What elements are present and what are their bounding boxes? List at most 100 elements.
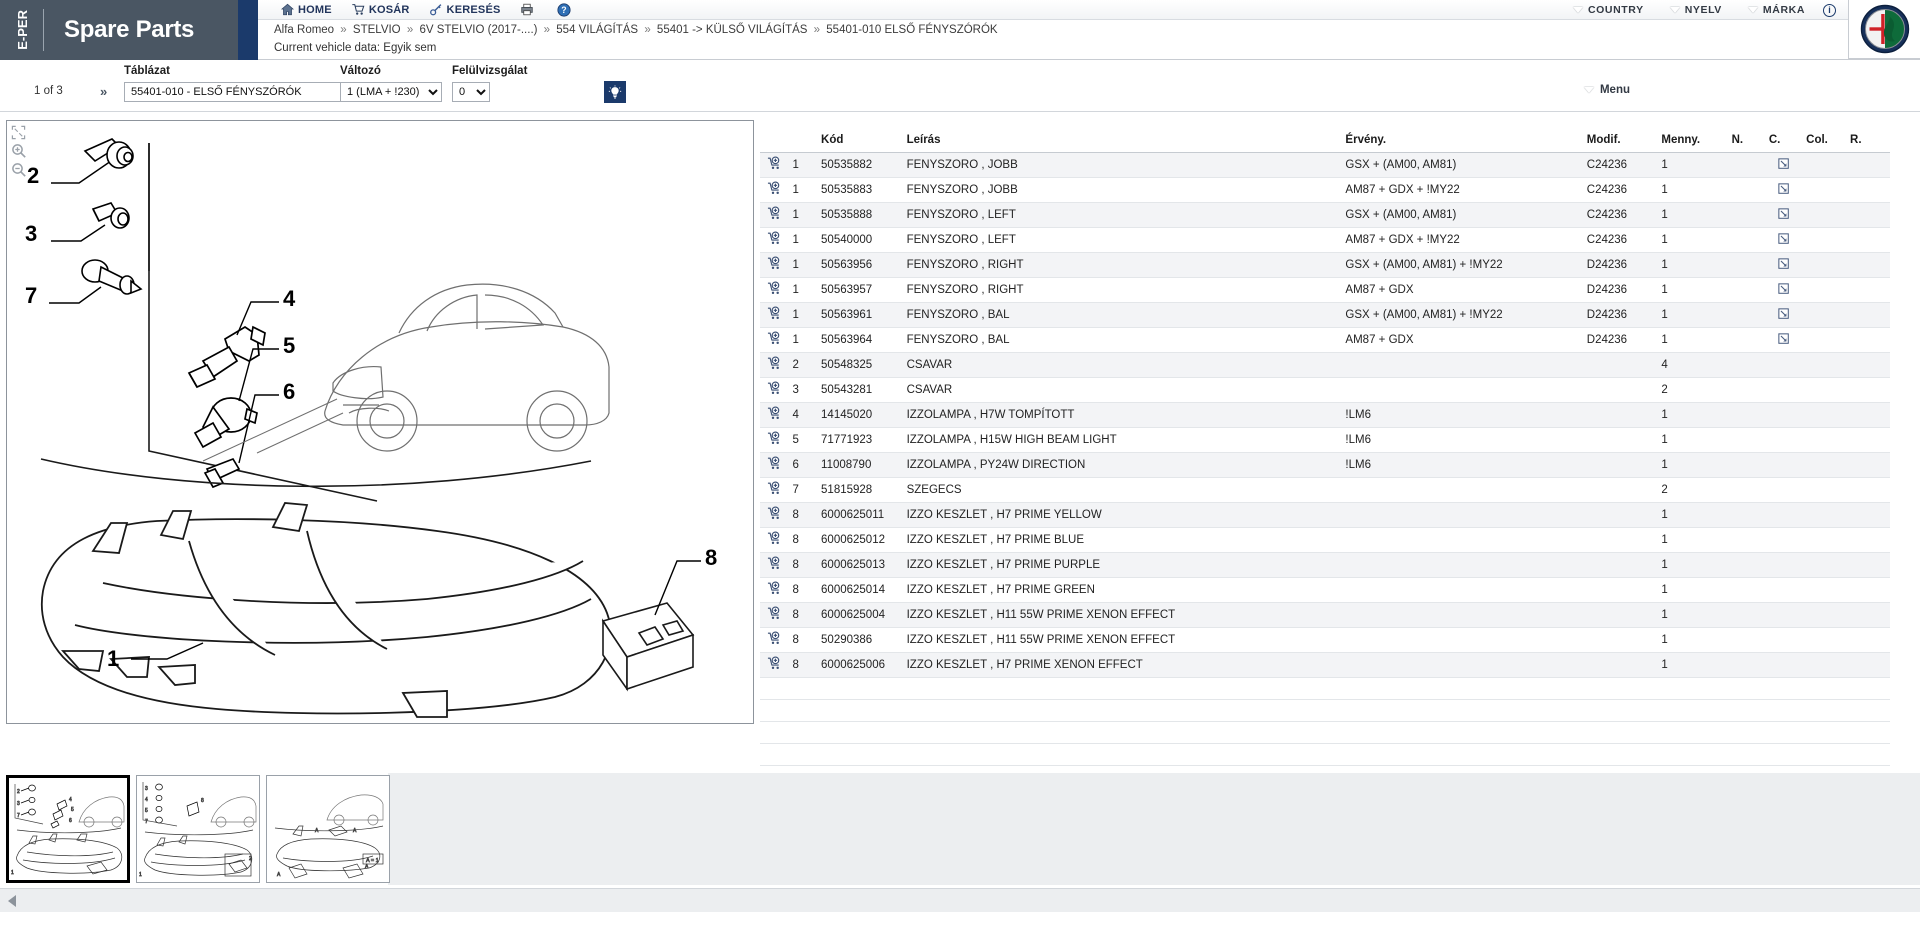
table-row[interactable]: 1 50563964 FENYSZORO , BAL AM87 + GDX D24236… [760,327,1890,353]
table-row[interactable]: 4 14145020 IZZOLAMPA , H7W TOMPÍTOTT !LM6 1 [760,402,1890,428]
add-to-cart-button[interactable] [760,427,789,453]
add-to-cart-button[interactable] [760,577,789,603]
cell-c-icon[interactable] [1764,177,1803,203]
cell-c-icon[interactable] [1764,602,1803,628]
table-row[interactable]: 1 50540000 FENYSZORO , LEFT AM87 + GDX + !M… [760,227,1890,253]
table-row[interactable]: 1 50563957 FENYSZORO , RIGHT AM87 + GDX D242… [760,277,1890,303]
menu-button[interactable]: Menu [1583,84,1630,96]
th-quantity[interactable]: Menny. [1657,130,1728,153]
thumbnail-scroll-bar[interactable] [0,888,1920,912]
cell-code[interactable]: 50535882 [817,152,903,178]
table-row[interactable]: 1 50563961 FENYSZORO , BAL GSX + (AM00, AM8… [760,302,1890,328]
table-row[interactable]: 5 71771923 IZZOLAMPA , H15W HIGH BEAM LIGH… [760,427,1890,453]
cell-code[interactable]: 50563957 [817,277,903,303]
breadcrumb-item-2[interactable]: 6V STELVIO (2017-....) [419,24,537,36]
cell-c-icon[interactable] [1764,427,1803,453]
nav-cart[interactable]: KOSÁR [344,3,417,16]
add-to-cart-button[interactable] [760,252,789,278]
table-row[interactable]: 6 11008790 IZZOLAMPA , PY24W DIRECTION !LM6… [760,452,1890,478]
country-selector[interactable]: COUNTRY [1561,4,1656,16]
table-row[interactable]: 8 6000625013 IZZO KESZLET , H7 PRIME PURPL… [760,552,1890,578]
cell-code[interactable]: 50535883 [817,177,903,203]
add-to-cart-button[interactable] [760,502,789,528]
add-to-cart-button[interactable] [760,177,789,203]
table-row[interactable]: 3 50543281 CSAVAR 2 [760,377,1890,403]
breadcrumb-item-3[interactable]: 554 VILÁGÍTÁS [556,24,638,36]
cell-code[interactable]: 14145020 [817,402,903,428]
table-row[interactable]: 2 50548325 CSAVAR 4 [760,352,1890,378]
cell-c-icon[interactable] [1764,327,1803,353]
cell-c-icon[interactable] [1764,502,1803,528]
add-to-cart-button[interactable] [760,527,789,553]
cell-c-icon[interactable] [1764,652,1803,678]
cell-code[interactable]: 11008790 [817,452,903,478]
cell-code[interactable]: 6000625004 [817,602,903,628]
table-row[interactable]: 8 6000625012 IZZO KESZLET , H7 PRIME BLUE 1 [760,527,1890,553]
cell-code[interactable]: 51815928 [817,477,903,503]
info-icon[interactable]: i [1823,3,1836,17]
th-code[interactable]: Kód [817,130,903,153]
cell-c-icon[interactable] [1764,627,1803,653]
fullscreen-icon[interactable] [11,125,27,140]
thumbnail-3[interactable]: A A A A A = 1 [266,775,390,883]
table-row[interactable]: 1 50535882 FENYSZORO , JOBB GSX + (AM00, AM… [760,152,1890,178]
variant-select[interactable]: 1 (LMA + !230) [340,82,442,102]
zoom-out-icon[interactable] [11,162,27,178]
lightbulb-icon[interactable] [604,81,626,103]
breadcrumb-item-4[interactable]: 55401 -> KÜLSŐ VILÁGÍTÁS [657,24,808,36]
table-row[interactable]: 1 50563956 FENYSZORO , RIGHT GSX + (AM00, A… [760,252,1890,278]
cell-code[interactable]: 50548325 [817,352,903,378]
cell-code[interactable]: 50543281 [817,377,903,403]
add-to-cart-button[interactable] [760,377,789,403]
cell-c-icon[interactable] [1764,402,1803,428]
add-to-cart-button[interactable] [760,552,789,578]
cell-code[interactable]: 50563964 [817,327,903,353]
cell-c-icon[interactable] [1764,227,1803,253]
add-to-cart-button[interactable] [760,652,789,678]
th-r[interactable]: R. [1846,130,1890,153]
table-row[interactable]: 1 50535883 FENYSZORO , JOBB AM87 + GDX + !M… [760,177,1890,203]
cell-c-icon[interactable] [1764,577,1803,603]
breadcrumb-item-0[interactable]: Alfa Romeo [274,24,334,36]
cell-code[interactable]: 50563961 [817,302,903,328]
table-row[interactable]: 1 50535888 FENYSZORO , LEFT GSX + (AM00, AM… [760,202,1890,228]
th-validity[interactable]: Érvény. [1341,130,1583,153]
cell-c-icon[interactable] [1764,152,1803,178]
next-page-button[interactable]: » [100,84,107,99]
revision-select[interactable]: 0 [452,82,490,102]
nav-home[interactable]: HOME [274,3,339,16]
th-modif[interactable]: Modif. [1582,130,1658,153]
table-row[interactable]: 7 51815928 SZEGECS 2 [760,477,1890,503]
add-to-cart-button[interactable] [760,302,789,328]
table-row[interactable]: 8 6000625014 IZZO KESZLET , H7 PRIME GREEN… [760,577,1890,603]
cell-c-icon[interactable] [1764,277,1803,303]
cell-c-icon[interactable] [1764,377,1803,403]
th-desc[interactable]: Leírás [902,130,1342,153]
cell-c-icon[interactable] [1764,452,1803,478]
add-to-cart-button[interactable] [760,152,789,178]
thumbnail-1[interactable]: 2 3 7 4 5 6 1 [6,775,130,883]
breadcrumb-item-1[interactable]: STELVIO [353,24,401,36]
cell-code[interactable]: 6000625011 [817,502,903,528]
breadcrumb-item-5[interactable]: 55401-010 ELSŐ FÉNYSZÓRÓK [826,24,997,36]
add-to-cart-button[interactable] [760,352,789,378]
cell-code[interactable]: 71771923 [817,427,903,453]
table-row[interactable]: 8 6000625011 IZZO KESZLET , H7 PRIME YELLO… [760,502,1890,528]
table-row[interactable]: 8 50290386 IZZO KESZLET , H11 55W PRIME XE… [760,627,1890,653]
zoom-in-icon[interactable] [11,143,27,159]
cell-code[interactable]: 6000625006 [817,652,903,678]
parts-diagram[interactable]: 2 3 7 4 5 6 1 8 [6,120,754,724]
th-n[interactable]: N. [1727,130,1765,153]
cell-c-icon[interactable] [1764,302,1803,328]
cell-c-icon[interactable] [1764,527,1803,553]
cell-c-icon[interactable] [1764,202,1803,228]
add-to-cart-button[interactable] [760,327,789,353]
cell-code[interactable]: 6000625013 [817,552,903,578]
table-select[interactable]: 55401-010 - ELSŐ FÉNYSZÓRÓK [124,82,356,102]
cell-c-icon[interactable] [1764,477,1803,503]
add-to-cart-button[interactable] [760,602,789,628]
nav-help[interactable]: ? [550,2,582,17]
cell-code[interactable]: 50540000 [817,227,903,253]
cell-c-icon[interactable] [1764,552,1803,578]
cell-c-icon[interactable] [1764,252,1803,278]
